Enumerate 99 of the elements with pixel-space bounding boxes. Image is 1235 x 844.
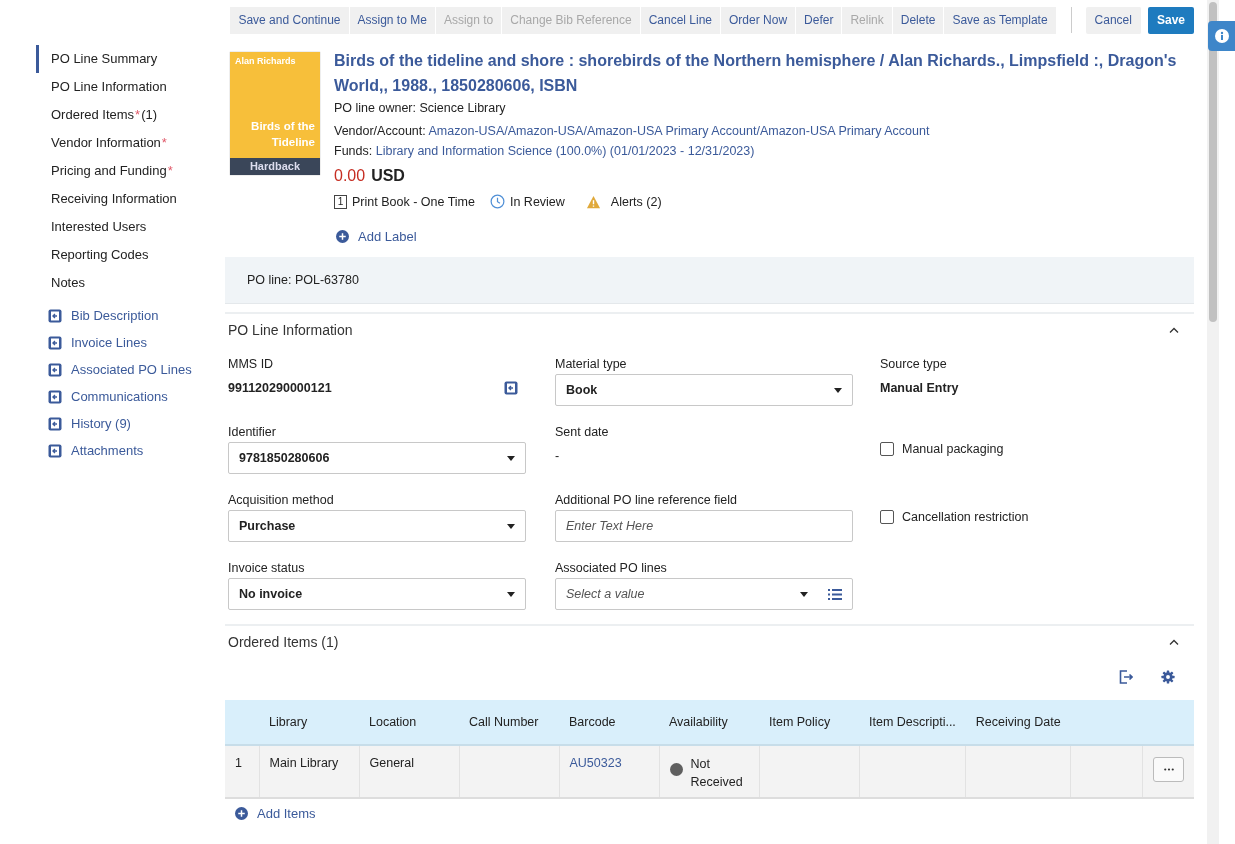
scrollbar[interactable]: [1207, 0, 1219, 844]
jump-icon: [48, 416, 62, 431]
column-header[interactable]: Location: [369, 715, 417, 729]
owner-label: PO line owner:: [334, 101, 416, 115]
section-title: Ordered Items (1): [228, 634, 339, 650]
nav-link[interactable]: Communications: [71, 389, 168, 404]
field-label: Acquisition method: [228, 492, 335, 509]
nav-item[interactable]: Pricing and Funding*: [36, 157, 225, 185]
row-number: 1: [235, 756, 242, 770]
info-tab[interactable]: [1208, 21, 1235, 51]
toolbar-button[interactable]: Save and Continue: [230, 6, 350, 34]
funds-label: Funds:: [334, 144, 373, 158]
field-label: Invoice status: [228, 560, 306, 577]
nav-item[interactable]: Ordered Items*(1): [36, 101, 225, 129]
dropdown-icon: [834, 387, 842, 393]
text-input[interactable]: Enter Text Here: [555, 510, 853, 542]
order-type: Print Book - One Time: [352, 194, 475, 209]
vendor-label: Vendor/Account:: [334, 124, 426, 138]
field-label: Sent date: [555, 424, 610, 441]
column-header[interactable]: Availability: [669, 715, 728, 729]
nav-link[interactable]: Attachments: [71, 443, 144, 458]
add-label-link[interactable]: Add Label: [358, 229, 417, 244]
nav-item[interactable]: Vendor Information*: [36, 129, 225, 157]
nav-item[interactable]: PO Line Information: [36, 73, 225, 101]
cover-title: Birds of the Tideline: [250, 119, 315, 150]
plus-circle-icon: [235, 807, 248, 820]
nav-link[interactable]: Associated PO Lines: [71, 362, 192, 377]
plus-circle-icon: [336, 230, 349, 243]
table-cell: Main Library: [269, 756, 339, 770]
checkbox[interactable]: [880, 442, 894, 456]
info-icon: [1214, 29, 1229, 43]
settings-icon[interactable]: [1161, 670, 1175, 684]
checkbox-label: Manual packaging: [902, 442, 1004, 456]
barcode-link[interactable]: AU50323: [569, 756, 622, 770]
nav-item[interactable]: Reporting Codes: [36, 241, 225, 269]
select-field[interactable]: Book: [555, 374, 853, 406]
chevron-icon[interactable]: [1169, 639, 1179, 645]
column-header[interactable]: Item Policy: [769, 715, 831, 729]
field-label: Source type: [880, 356, 948, 373]
save-button[interactable]: Save: [1147, 6, 1194, 34]
cover-format: Hardback: [230, 158, 320, 175]
quantity-badge: 1: [334, 194, 347, 209]
column-header[interactable]: Barcode: [569, 715, 616, 729]
list-icon[interactable]: [828, 588, 842, 600]
select-field[interactable]: 9781850280606: [228, 442, 526, 474]
select-field[interactable]: Select a value: [555, 578, 853, 610]
nav-item[interactable]: PO Line Summary: [36, 45, 225, 73]
section-title: PO Line Information: [228, 322, 353, 338]
field-value: -: [555, 449, 560, 463]
warning-icon: [585, 194, 601, 209]
dropdown-icon: [507, 523, 515, 529]
required-marker: *: [167, 163, 173, 178]
alerts-link[interactable]: Alerts (2): [610, 194, 662, 209]
dropdown-icon: [507, 455, 515, 461]
nav-item[interactable]: Notes: [36, 269, 225, 297]
nav-item[interactable]: Interested Users: [36, 213, 225, 241]
currency: USD: [371, 167, 405, 185]
required-marker: *: [161, 135, 167, 150]
select-field[interactable]: No invoice: [228, 578, 526, 610]
field-label: Additional PO line reference field: [555, 492, 739, 509]
jump-icon: [48, 389, 62, 404]
field-label: Identifier: [228, 424, 277, 441]
export-icon[interactable]: [1119, 670, 1133, 684]
field-value: Manual Entry: [880, 381, 959, 395]
column-header[interactable]: Library: [269, 715, 308, 729]
jump-icon: [48, 362, 62, 377]
chevron-icon[interactable]: [1169, 327, 1179, 333]
jump-icon: [48, 443, 62, 458]
cancel-button[interactable]: Cancel: [1085, 6, 1142, 34]
price: 0.00: [334, 167, 366, 185]
checkbox-label: Cancellation restriction: [902, 510, 1029, 524]
funds-link[interactable]: Library and Information Science (100.0%) (01/01/2023 - 12/31/2023): [375, 144, 755, 158]
ellipsis-icon: [1163, 768, 1174, 771]
table-cell: General: [369, 756, 414, 770]
field-value: 991120290000121: [228, 381, 332, 395]
nav-link[interactable]: Bib Description: [71, 308, 159, 323]
checkbox[interactable]: [880, 510, 894, 524]
jump-icon[interactable]: [504, 381, 518, 395]
field-label: Material type: [555, 356, 628, 373]
nav-link[interactable]: History (9): [71, 416, 131, 431]
clock-icon: [489, 194, 505, 209]
jump-icon: [48, 308, 62, 323]
cover-author: Alan Richards: [235, 56, 296, 66]
nav-item[interactable]: Receiving Information: [36, 185, 225, 213]
field-label: MMS ID: [228, 356, 275, 373]
po-line-number: PO line: POL-63780: [247, 273, 359, 287]
status-text: In Review: [509, 194, 565, 209]
required-marker: *: [135, 107, 141, 122]
vendor-link[interactable]: Amazon-USA/Amazon-USA/Amazon-USA Primary Account/Amazon-USA Primary Account: [428, 124, 930, 138]
table-cell-text: Not Received: [690, 756, 743, 791]
add-items-link[interactable]: Add Items: [257, 806, 316, 821]
owner-value: Science Library: [419, 101, 506, 115]
dropdown-icon: [800, 591, 808, 597]
jump-icon: [48, 335, 62, 350]
record-title[interactable]: Birds of the tideline and shore : shorebirds of the Northern hemisphere / Alan Richards., Limpsfield :, Dragon's World,, 1988., 1850280606, ISBN: [334, 48, 1194, 98]
dropdown-icon: [507, 591, 515, 597]
select-field[interactable]: Purchase: [228, 510, 526, 542]
nav-link[interactable]: Invoice Lines: [71, 335, 147, 350]
field-label: Associated PO lines: [555, 560, 668, 577]
